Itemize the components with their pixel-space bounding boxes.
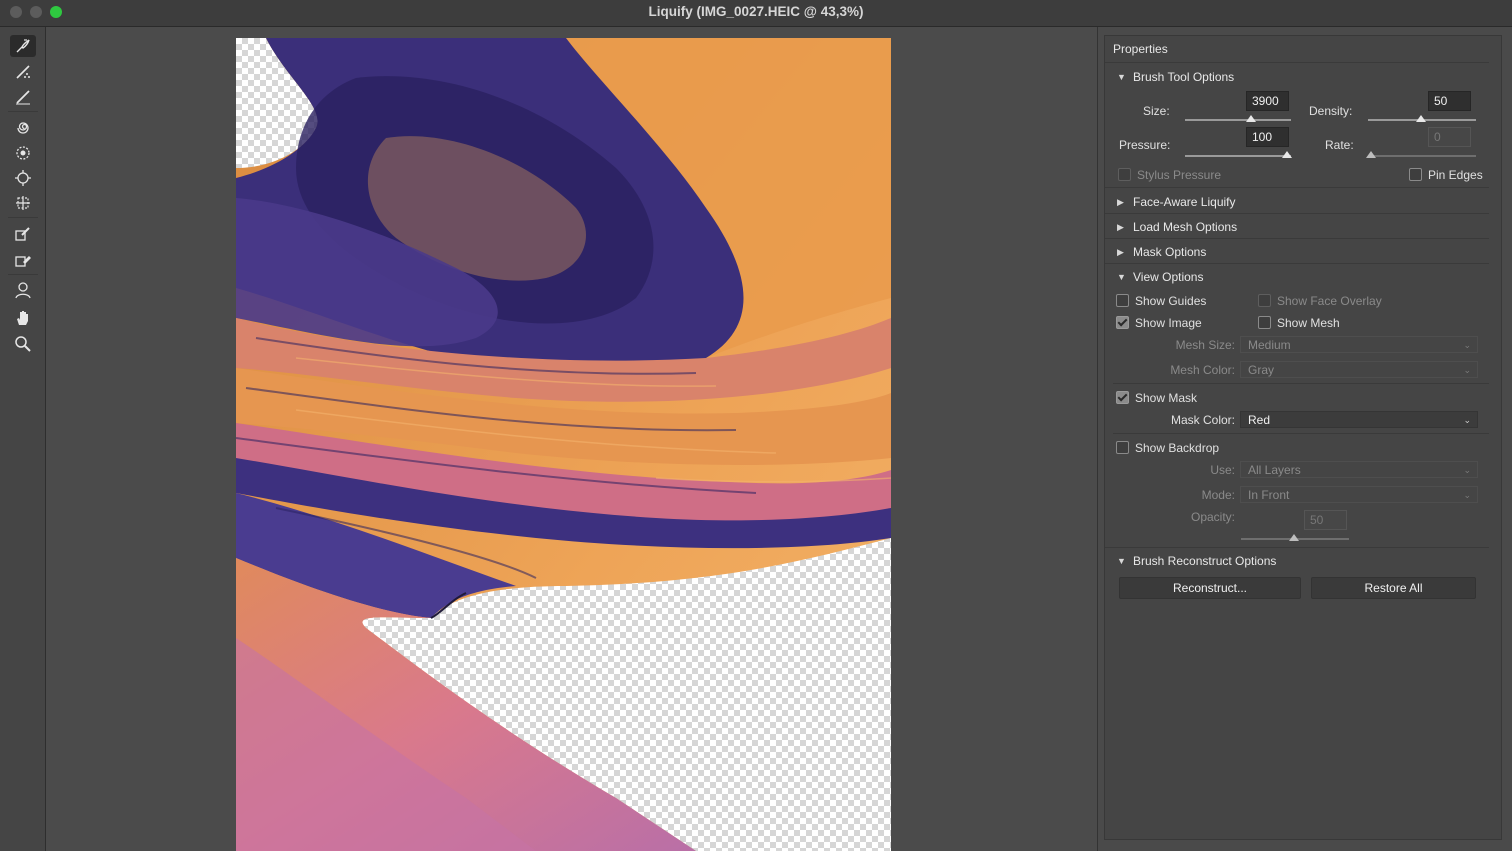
- show-backdrop-label: Show Backdrop: [1135, 441, 1220, 455]
- expanded-triangle-icon: ▼: [1117, 272, 1126, 282]
- mesh-color-label: Mesh Color:: [1170, 363, 1235, 377]
- opacity-label: Opacity:: [1190, 510, 1235, 524]
- freeze-mask-tool[interactable]: [10, 223, 36, 245]
- size-slider-knob[interactable]: [1246, 115, 1256, 122]
- load-mesh-options-header[interactable]: ▶ Load Mesh Options: [1117, 220, 1237, 234]
- size-input[interactable]: 3900: [1246, 91, 1289, 111]
- panel-title: Properties: [1113, 42, 1168, 56]
- face-tool-icon: [15, 282, 31, 299]
- mask-options-header[interactable]: ▶ Mask Options: [1117, 245, 1206, 259]
- reconstruct-tool[interactable]: [10, 61, 36, 83]
- liquify-preview-image[interactable]: [236, 38, 891, 851]
- freeze-mask-icon: [15, 227, 30, 241]
- use-label: Use:: [1210, 463, 1235, 477]
- chevron-down-icon: ⌄: [1463, 365, 1471, 375]
- forward-warp-icon: [16, 39, 30, 53]
- show-guides-label: Show Guides: [1135, 294, 1207, 308]
- thaw-mask-tool[interactable]: [10, 249, 36, 271]
- collapsed-triangle-icon: ▶: [1117, 196, 1124, 207]
- panel-divider: [1097, 27, 1098, 851]
- use-select[interactable]: All Layers ⌄: [1240, 461, 1478, 478]
- title-bar: Liquify (IMG_0027.HEIC @ 43,3%): [0, 0, 1512, 27]
- brush-reconstruct-options-header[interactable]: ▼ Brush Reconstruct Options: [1117, 554, 1276, 568]
- opacity-slider-knob[interactable]: [1289, 534, 1299, 541]
- show-backdrop-checkbox[interactable]: [1116, 441, 1129, 454]
- pin-edges-label: Pin Edges: [1428, 168, 1483, 182]
- mesh-color-select[interactable]: Gray ⌄: [1240, 361, 1478, 378]
- mode-select[interactable]: In Front ⌄: [1240, 486, 1478, 503]
- show-face-overlay-label: Show Face Overlay: [1277, 294, 1382, 308]
- size-slider-track[interactable]: [1185, 119, 1291, 121]
- size-label: Size:: [1143, 104, 1170, 118]
- pressure-label: Pressure:: [1119, 138, 1171, 152]
- chevron-down-icon: ⌄: [1463, 415, 1471, 425]
- zoom-tool[interactable]: [10, 333, 36, 355]
- show-image-label: Show Image: [1135, 316, 1202, 330]
- pin-edges-checkbox[interactable]: [1409, 168, 1422, 181]
- smooth-icon: [16, 90, 30, 105]
- chevron-down-icon: ⌄: [1463, 490, 1471, 500]
- twirl-tool[interactable]: [10, 117, 36, 139]
- rate-label: Rate:: [1325, 138, 1354, 152]
- rate-slider-knob[interactable]: [1366, 151, 1376, 158]
- twirl-icon: [17, 122, 29, 134]
- density-input[interactable]: 50: [1428, 91, 1471, 111]
- pressure-input[interactable]: 100: [1246, 127, 1289, 147]
- push-left-tool[interactable]: [10, 192, 36, 214]
- hand-icon: [17, 311, 28, 325]
- forward-warp-tool[interactable]: [10, 35, 36, 57]
- brush-tool-options-header[interactable]: ▼ Brush Tool Options: [1117, 70, 1234, 84]
- push-left-icon: [16, 196, 30, 210]
- liquify-toolbar: [0, 27, 46, 851]
- canvas-area[interactable]: [46, 27, 1097, 851]
- show-mesh-label: Show Mesh: [1277, 316, 1340, 330]
- mask-color-label: Mask Color:: [1170, 413, 1235, 427]
- show-image-checkbox[interactable]: [1116, 316, 1129, 329]
- expanded-triangle-icon: ▼: [1117, 72, 1126, 82]
- hand-tool[interactable]: [10, 307, 36, 329]
- properties-panel: Properties ▼ Brush Tool Options Size: 39…: [1104, 35, 1502, 840]
- show-mask-label: Show Mask: [1135, 391, 1198, 405]
- face-aware-liquify-header[interactable]: ▶ Face-Aware Liquify: [1117, 195, 1236, 209]
- rate-slider-track[interactable]: [1368, 155, 1476, 157]
- mesh-size-select[interactable]: Medium ⌄: [1240, 336, 1478, 353]
- restore-all-button[interactable]: Restore All: [1311, 577, 1476, 599]
- collapsed-triangle-icon: ▶: [1117, 221, 1124, 232]
- face-tool[interactable]: [10, 279, 36, 301]
- opacity-input[interactable]: 50: [1304, 510, 1347, 530]
- stylus-pressure-label: Stylus Pressure: [1137, 168, 1222, 182]
- bloat-tool[interactable]: [10, 167, 36, 189]
- pressure-slider-knob[interactable]: [1282, 151, 1292, 158]
- show-mask-checkbox[interactable]: [1116, 391, 1129, 404]
- thaw-mask-icon: [15, 256, 31, 267]
- reconstruct-icon: [16, 65, 30, 79]
- chevron-down-icon: ⌄: [1463, 340, 1471, 350]
- show-guides-checkbox[interactable]: [1116, 294, 1129, 307]
- density-slider-knob[interactable]: [1416, 115, 1426, 122]
- show-face-overlay-checkbox[interactable]: [1258, 294, 1271, 307]
- mode-label: Mode:: [1201, 488, 1235, 502]
- stylus-pressure-checkbox[interactable]: [1118, 168, 1131, 181]
- expanded-triangle-icon: ▼: [1117, 556, 1126, 566]
- rate-input[interactable]: 0: [1428, 127, 1471, 147]
- window-title: Liquify (IMG_0027.HEIC @ 43,3%): [648, 4, 864, 19]
- chevron-down-icon: ⌄: [1463, 465, 1471, 475]
- show-mesh-checkbox[interactable]: [1258, 316, 1271, 329]
- view-options-header[interactable]: ▼ View Options: [1117, 270, 1203, 284]
- mesh-size-label: Mesh Size:: [1175, 338, 1235, 352]
- density-label: Density:: [1309, 104, 1353, 118]
- pucker-tool[interactable]: [10, 142, 36, 164]
- reconstruct-button[interactable]: Reconstruct...: [1119, 577, 1301, 599]
- zoom-icon: [15, 336, 31, 352]
- mask-color-select[interactable]: Red ⌄: [1240, 411, 1478, 428]
- pressure-slider-track[interactable]: [1185, 155, 1291, 157]
- collapsed-triangle-icon: ▶: [1117, 246, 1124, 257]
- smooth-tool[interactable]: [10, 86, 36, 108]
- pucker-icon: [16, 146, 30, 160]
- bloat-icon: [15, 170, 31, 186]
